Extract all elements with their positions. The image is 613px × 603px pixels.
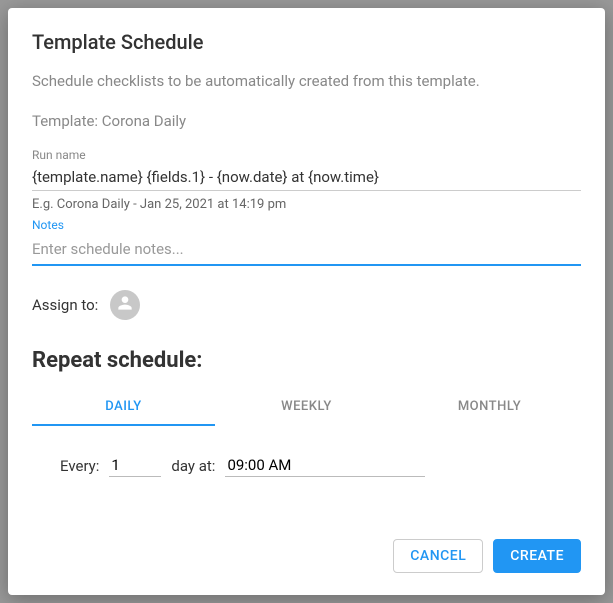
notes-label: Notes	[32, 218, 581, 232]
time-input[interactable]	[225, 454, 425, 477]
tab-weekly[interactable]: WEEKLY	[215, 389, 398, 426]
template-label: Template: Corona Daily	[32, 112, 581, 130]
repeat-config-row: Every: day at:	[32, 454, 581, 477]
every-label: Every:	[60, 457, 99, 475]
repeat-title: Repeat schedule:	[32, 348, 581, 373]
day-at-label: day at:	[171, 457, 215, 475]
notes-input[interactable]	[32, 234, 581, 266]
modal-description: Schedule checklists to be automatically …	[32, 72, 581, 90]
modal-title: Template Schedule	[32, 30, 581, 54]
run-name-label: Run name	[32, 148, 581, 162]
assign-label: Assign to:	[32, 296, 98, 314]
person-icon	[115, 293, 135, 317]
tab-monthly[interactable]: MONTHLY	[398, 389, 581, 426]
cancel-button[interactable]: CANCEL	[393, 539, 483, 573]
modal-footer: CANCEL CREATE	[32, 519, 581, 573]
assign-user-button[interactable]	[110, 290, 140, 320]
repeat-tabs: DAILY WEEKLY MONTHLY	[32, 389, 581, 426]
create-button[interactable]: CREATE	[493, 539, 581, 573]
tab-daily[interactable]: DAILY	[32, 389, 215, 426]
template-schedule-modal: Template Schedule Schedule checklists to…	[8, 8, 605, 595]
assign-row: Assign to:	[32, 290, 581, 320]
every-input[interactable]	[109, 454, 161, 477]
run-name-example: E.g. Corona Daily - Jan 25, 2021 at 14:1…	[32, 197, 581, 212]
run-name-input[interactable]	[32, 164, 581, 191]
